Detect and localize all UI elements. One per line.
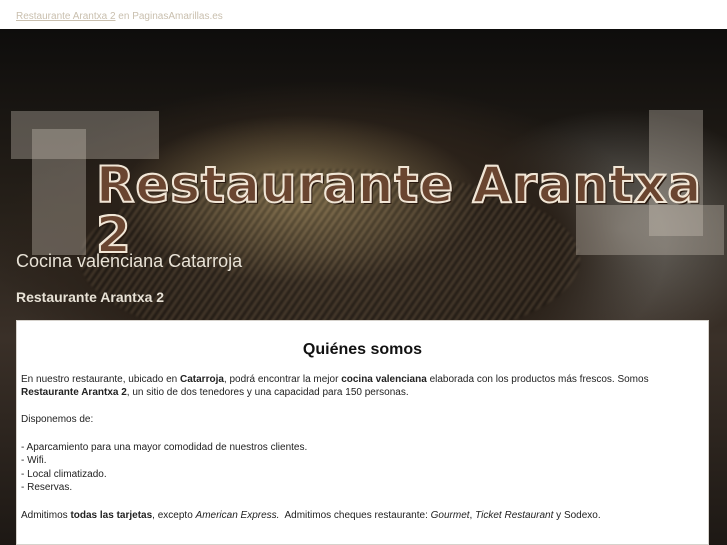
text: Admitimos cheques restaurante:: [279, 509, 431, 521]
text: , un sitio de dos tenedores y una capaci…: [126, 387, 409, 399]
payment-paragraph: Admitimos todas las tarjetas, excepto Am…: [21, 509, 704, 523]
italic-text: Ticket Restaurant: [475, 509, 554, 521]
list-item: - Local climatizado.: [21, 468, 107, 480]
about-heading: Quiénes somos: [302, 341, 423, 358]
italic-text: American Express.: [195, 509, 280, 521]
directory-suffix: en PaginasAmarillas.es: [115, 11, 223, 22]
list-item: - Aparcamiento para una mayor comodidad …: [21, 441, 308, 453]
text: y Sodexo.: [553, 509, 601, 521]
amenities-intro: Disponemos de:: [21, 414, 94, 426]
bold-text: cocina valenciana: [341, 373, 427, 385]
text: elaborada con los productos más frescos.…: [426, 373, 649, 385]
bold-text: Restaurante Arantxa 2: [21, 387, 127, 399]
about-section: Quiénes somos En nuestro restaurante, ub…: [16, 320, 709, 545]
about-paragraph: En nuestro restaurante, ubicado en Catar…: [21, 373, 704, 400]
list-item: - Reservas.: [21, 482, 73, 494]
italic-text: Gourmet: [430, 509, 470, 521]
decor-square: [32, 129, 86, 255]
bold-text: Catarroja: [180, 373, 224, 385]
restaurant-link[interactable]: Restaurante Arantxa 2: [16, 11, 116, 22]
text: Admitimos: [21, 509, 71, 521]
text: , podrá encontrar la mejor: [223, 373, 342, 385]
amenities-list: - Aparcamiento para una mayor comodidad …: [21, 441, 704, 495]
top-bar: Restaurante Arantxa 2 en PaginasAmarilla…: [0, 0, 727, 29]
page-subtitle: Cocina valenciana Catarroja: [16, 251, 243, 271]
restaurant-logo: Restaurante Arantxa 2: [95, 156, 703, 264]
bold-text: todas las tarjetas: [70, 509, 153, 521]
text: , excepto: [152, 509, 196, 521]
hero-banner: Restaurante Arantxa 2 Cocina valenciana …: [0, 29, 727, 545]
list-item: - Wifi.: [21, 455, 47, 467]
text: En nuestro restaurante, ubicado en: [21, 373, 180, 385]
restaurant-name: Restaurante Arantxa 2: [16, 289, 165, 305]
